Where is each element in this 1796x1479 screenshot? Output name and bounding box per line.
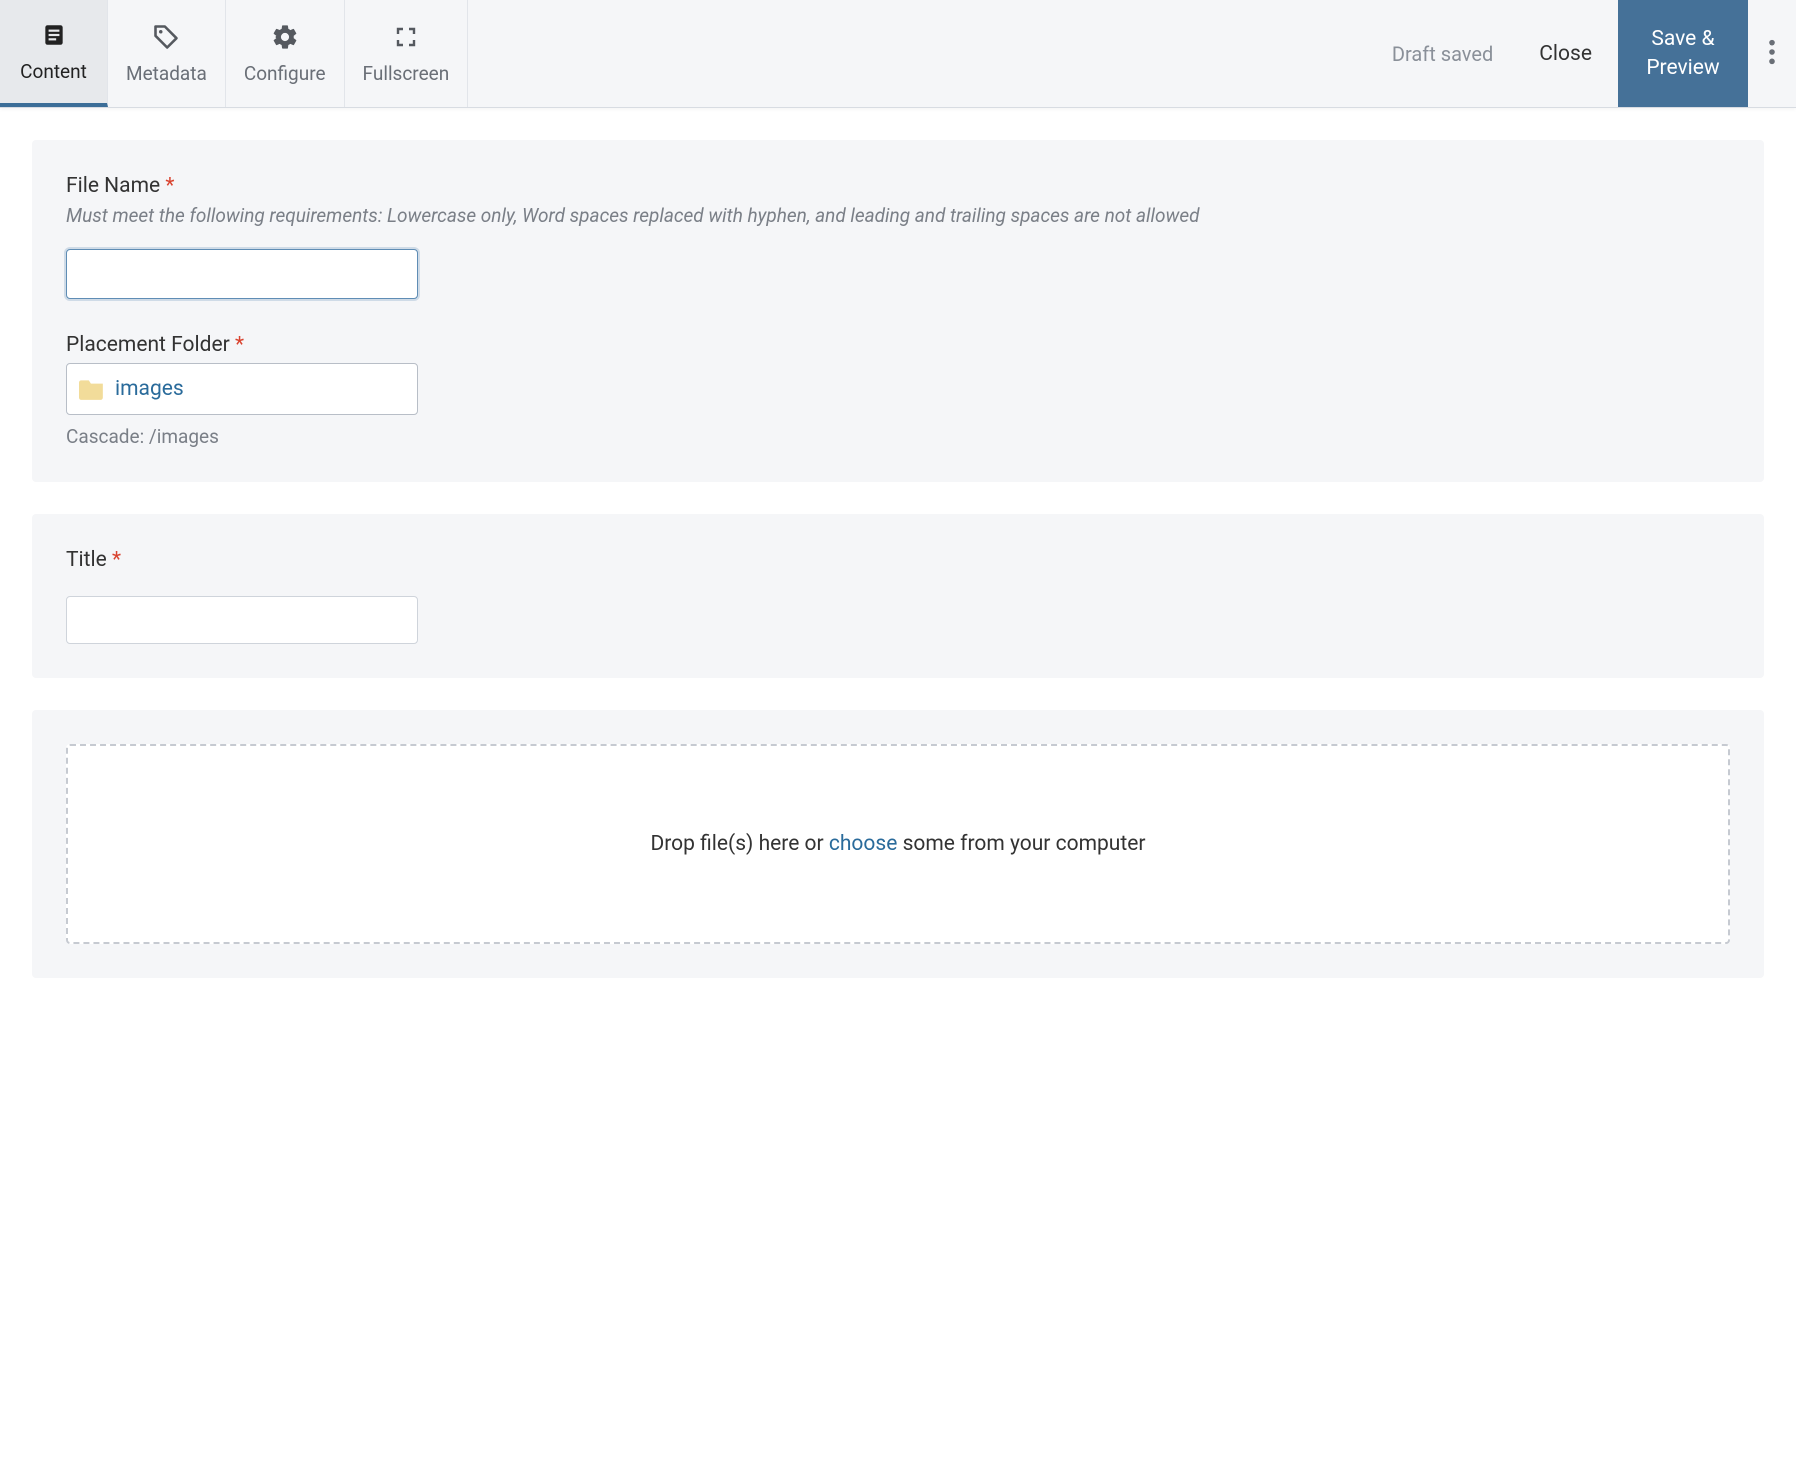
file-dropzone[interactable]: Drop file(s) here or choose some from yo…: [66, 744, 1730, 944]
file-panel: File Name * Must meet the following requ…: [32, 140, 1764, 482]
close-button[interactable]: Close: [1513, 0, 1618, 107]
choose-link[interactable]: choose: [829, 832, 898, 856]
drop-post: some from your computer: [897, 832, 1145, 856]
filename-field: File Name * Must meet the following requ…: [66, 174, 1730, 299]
label-text: File Name: [66, 174, 160, 198]
tab-label: Configure: [244, 62, 326, 85]
tab-fullscreen[interactable]: Fullscreen: [345, 0, 469, 107]
tab-label: Fullscreen: [363, 62, 450, 85]
placement-field: Placement Folder * images Cascade: /imag…: [66, 333, 1730, 448]
tab-label: Metadata: [126, 62, 207, 85]
filename-label: File Name *: [66, 174, 1730, 198]
label-text: Title: [66, 548, 107, 572]
filename-input[interactable]: [66, 249, 418, 299]
required-indicator: *: [235, 333, 244, 357]
required-indicator: *: [165, 174, 174, 198]
tab-content[interactable]: Content: [0, 0, 108, 107]
drop-pre: Drop file(s) here or: [650, 832, 828, 856]
more-menu-button[interactable]: [1748, 0, 1796, 107]
required-indicator: *: [112, 548, 121, 572]
title-input[interactable]: [66, 596, 418, 644]
folder-path: Cascade: /images: [66, 425, 1730, 448]
editor-toolbar: Content Metadata Configure Fullscreen Dr…: [0, 0, 1796, 108]
upload-panel: Drop file(s) here or choose some from yo…: [32, 710, 1764, 978]
fullscreen-icon: [394, 22, 418, 52]
tab-label: Content: [20, 60, 87, 83]
placement-label: Placement Folder *: [66, 333, 1730, 357]
label-text: Placement Folder: [66, 333, 230, 357]
content-area: File Name * Must meet the following requ…: [0, 108, 1796, 1010]
folder-picker[interactable]: images: [66, 363, 418, 415]
save-preview-button[interactable]: Save & Preview: [1618, 0, 1748, 107]
gear-icon: [271, 22, 299, 52]
tab-configure[interactable]: Configure: [226, 0, 345, 107]
content-icon: [41, 20, 67, 50]
tab-metadata[interactable]: Metadata: [108, 0, 226, 107]
folder-icon: [79, 378, 105, 400]
toolbar-spacer: [468, 0, 1372, 107]
title-field: Title *: [66, 548, 1730, 644]
tag-icon: [152, 22, 180, 52]
vertical-dots-icon: [1768, 38, 1776, 70]
title-label: Title *: [66, 548, 1730, 572]
title-panel: Title *: [32, 514, 1764, 678]
filename-hint: Must meet the following requirements: Lo…: [66, 204, 1730, 227]
dropzone-text: Drop file(s) here or choose some from yo…: [650, 832, 1145, 856]
folder-name: images: [115, 377, 184, 401]
save-status: Draft saved: [1372, 0, 1513, 107]
